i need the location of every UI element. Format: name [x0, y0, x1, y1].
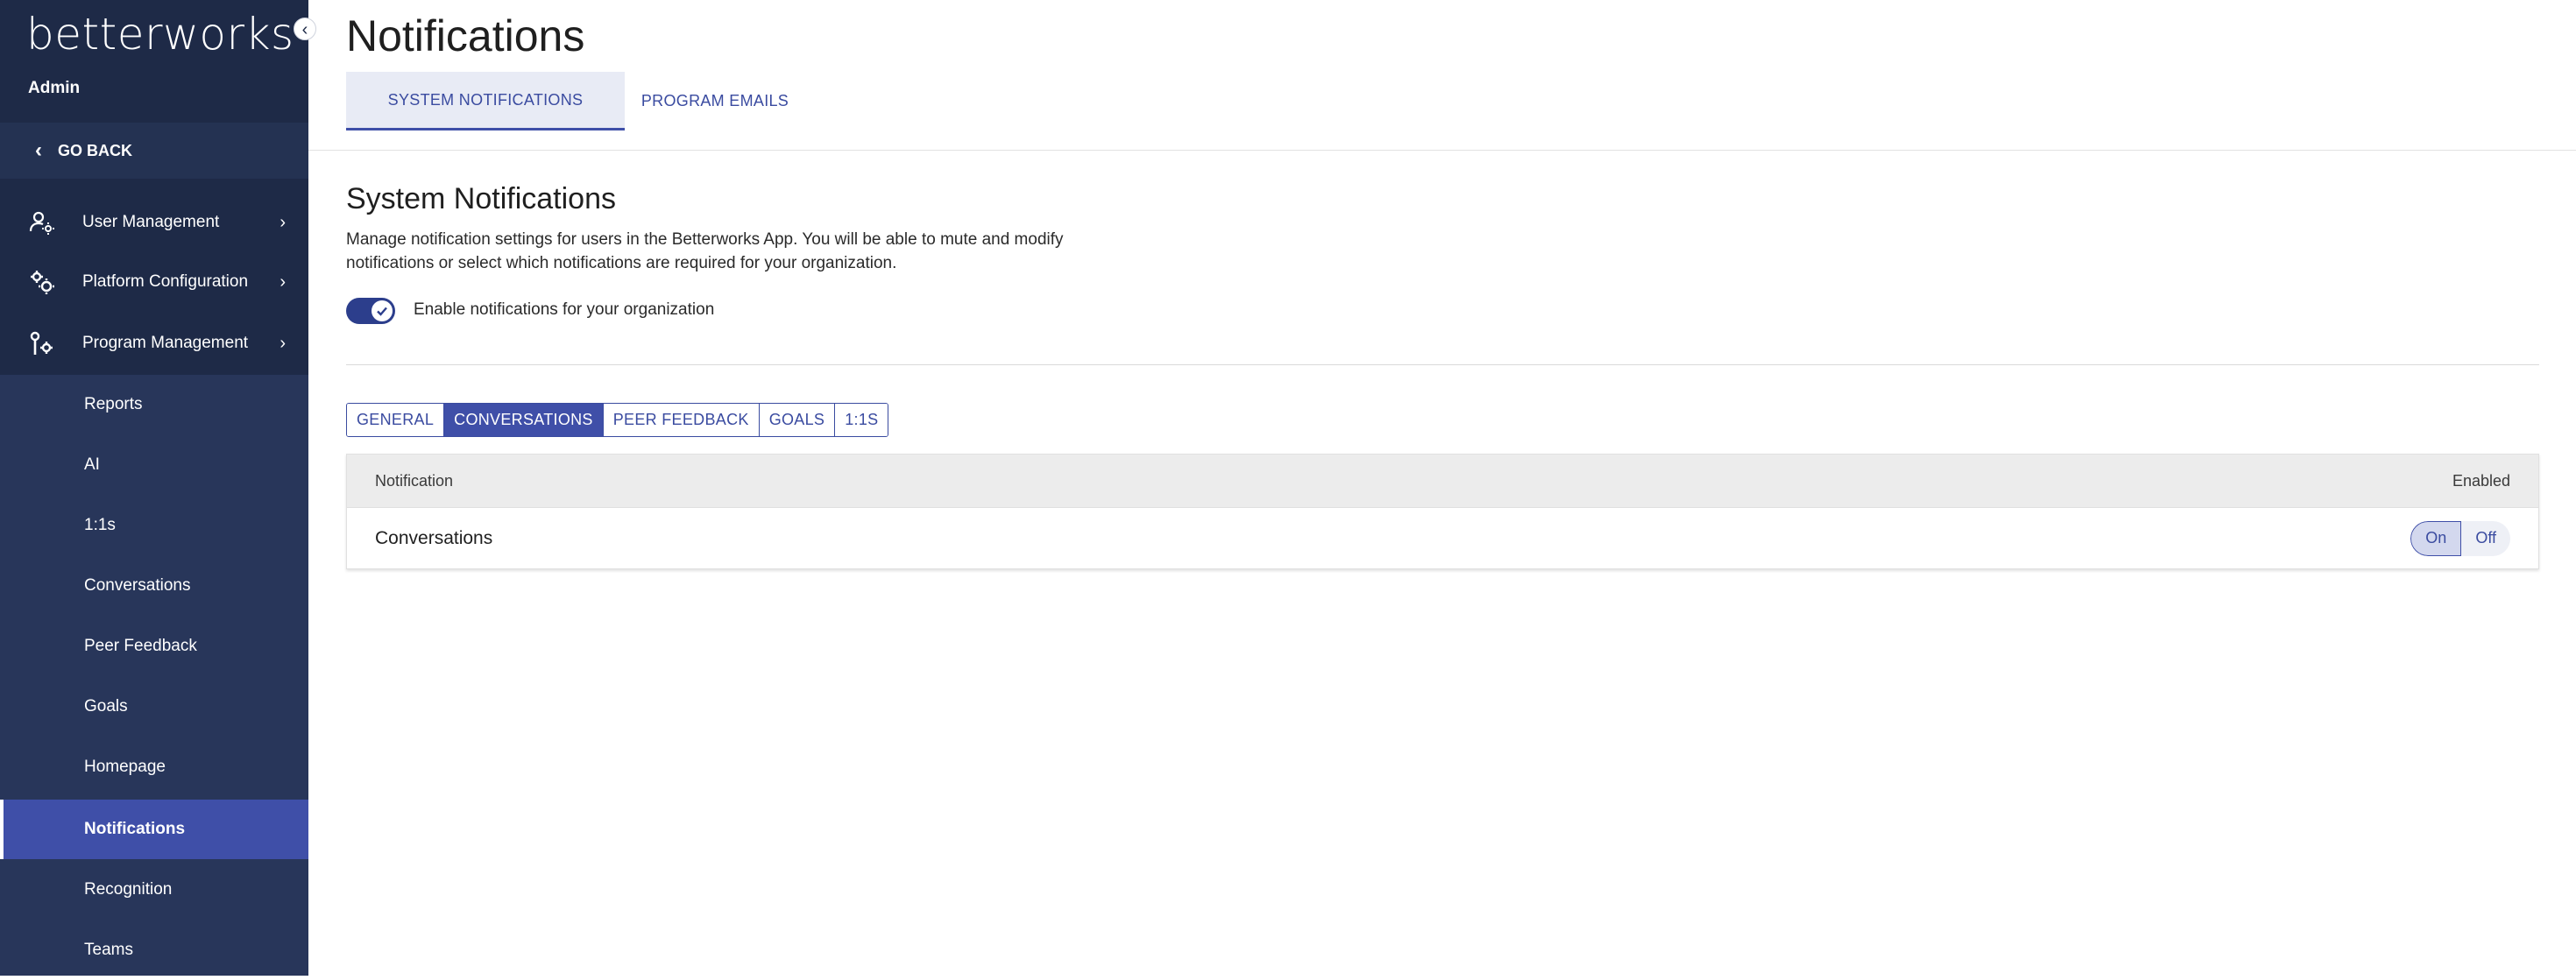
sidebar-item-label: Platform Configuration: [82, 272, 249, 291]
sidebar-item-label: User Management: [82, 213, 220, 231]
chevron-right-icon: ›: [280, 271, 286, 292]
on-off-switch: On Off: [2410, 520, 2510, 556]
off-option[interactable]: Off: [2461, 521, 2510, 556]
column-header-notification: Notification: [375, 471, 454, 490]
page-title: Notifications: [346, 11, 585, 60]
category-tab-one-on-ones[interactable]: 1:1S: [835, 404, 888, 436]
content-divider: [346, 364, 2539, 365]
tab-system-notifications[interactable]: SYSTEM NOTIFICATIONS: [346, 72, 625, 130]
user-settings-icon: [28, 208, 56, 236]
header-divider: [308, 150, 2576, 151]
chevron-left-icon: ‹: [301, 20, 308, 39]
sidebar-item-teams[interactable]: Teams: [0, 920, 308, 980]
sidebar: betterworks ‹ Admin ‹ GO BACK User Manag…: [0, 0, 316, 976]
category-tab-conversations[interactable]: CONVERSATIONS: [444, 404, 604, 436]
chevron-left-icon: ‹: [35, 138, 42, 162]
column-header-enabled: Enabled: [2452, 471, 2510, 490]
sidebar-item-notifications[interactable]: Notifications: [0, 800, 308, 859]
chevron-right-icon: ›: [280, 333, 286, 353]
sidebar-item-user-management[interactable]: User Management ›: [0, 193, 308, 252]
tab-program-emails[interactable]: PROGRAM EMAILS: [625, 72, 805, 130]
sidebar-item-ai[interactable]: AI: [0, 435, 308, 495]
on-option[interactable]: On: [2410, 520, 2462, 556]
sidebar-item-label: Program Management: [82, 334, 249, 352]
section-description: Manage notification settings for users i…: [346, 230, 1064, 272]
program-management-submenu: Reports AI 1:1s Conversations Peer Feedb…: [0, 375, 308, 976]
sidebar-item-program-management[interactable]: Program Management ›: [0, 314, 308, 373]
category-tab-general[interactable]: GENERAL: [347, 404, 445, 436]
sidebar-item-reports[interactable]: Reports: [0, 375, 308, 434]
gears-icon: [28, 268, 56, 296]
section-title: System Notifications: [346, 182, 616, 215]
admin-label: Admin: [28, 79, 81, 97]
go-back-button[interactable]: ‹ GO BACK: [0, 123, 308, 179]
table-row: Conversations On Off: [347, 507, 2538, 568]
program-tools-icon: [28, 329, 56, 357]
check-icon: [372, 300, 393, 321]
table-header: Notification Enabled: [347, 455, 2538, 507]
sidebar-item-goals[interactable]: Goals: [0, 677, 308, 737]
category-tabs: GENERAL CONVERSATIONS PEER FEEDBACK GOAL…: [346, 403, 889, 437]
sidebar-item-platform-configuration[interactable]: Platform Configuration ›: [0, 252, 308, 312]
main-content: Notifications SYSTEM NOTIFICATIONS PROGR…: [308, 0, 2576, 976]
go-back-label: GO BACK: [58, 141, 132, 159]
category-tab-goals[interactable]: GOALS: [759, 404, 836, 436]
sidebar-item-conversations[interactable]: Conversations: [0, 556, 308, 616]
notifications-table: Notification Enabled Conversations On Of…: [346, 454, 2539, 569]
category-tab-peer-feedback[interactable]: PEER FEEDBACK: [603, 404, 760, 436]
sidebar-item-peer-feedback[interactable]: Peer Feedback: [0, 617, 308, 676]
notification-name: Conversations: [375, 527, 493, 548]
chevron-right-icon: ›: [280, 212, 286, 232]
sidebar-item-recognition[interactable]: Recognition: [0, 860, 308, 920]
enable-notifications-toggle[interactable]: [346, 298, 395, 324]
enable-notifications-label: Enable notifications for your organizati…: [414, 300, 715, 319]
sidebar-item-one-on-ones[interactable]: 1:1s: [0, 496, 308, 555]
sidebar-item-homepage[interactable]: Homepage: [0, 737, 308, 797]
betterworks-logo: betterworks: [26, 9, 294, 60]
